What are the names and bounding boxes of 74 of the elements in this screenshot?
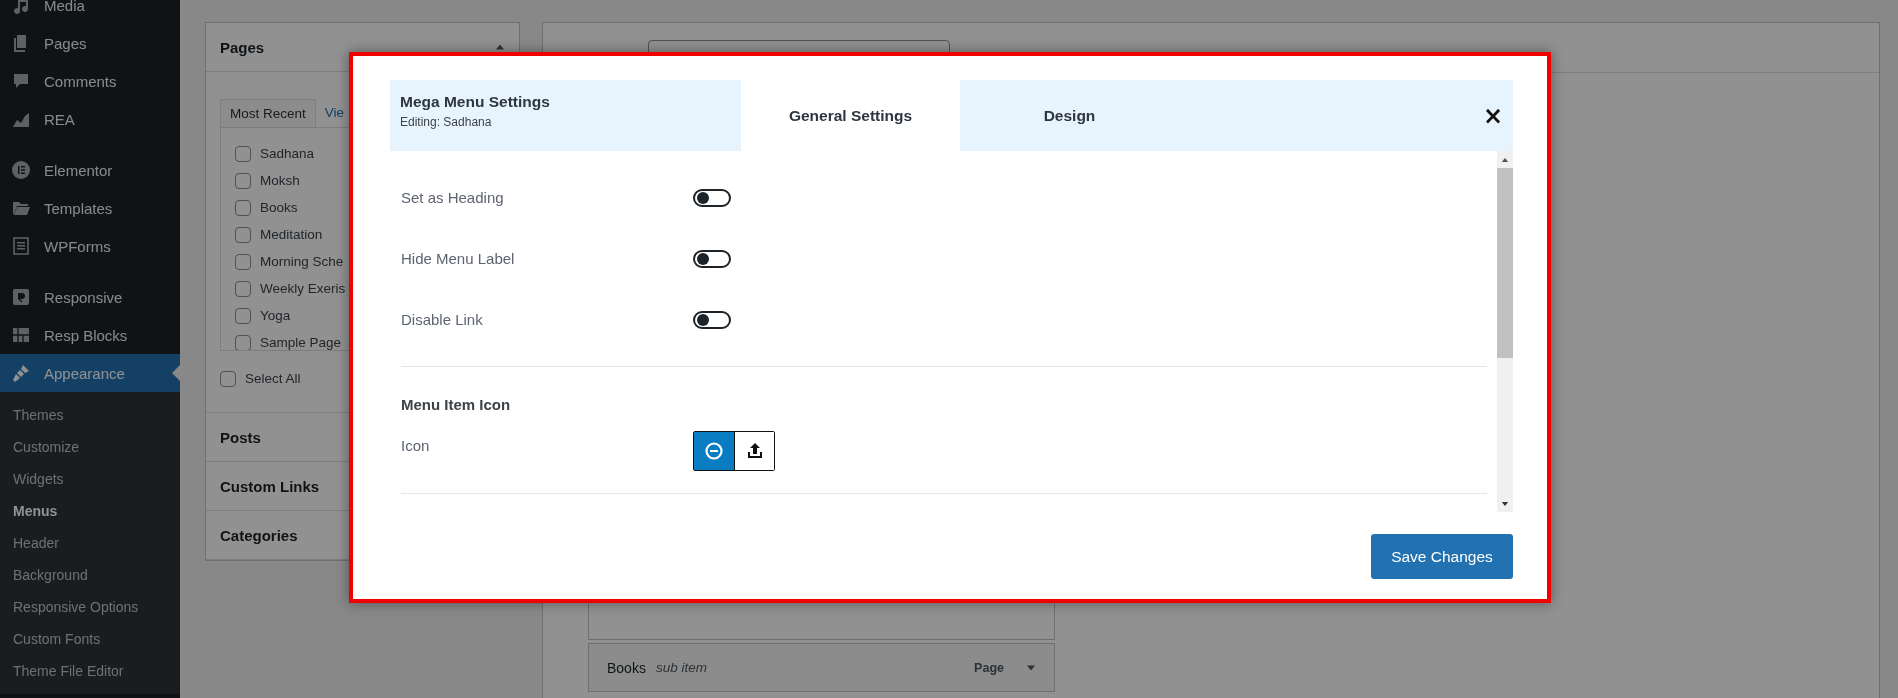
- speech-bubble-icon: [11, 71, 31, 91]
- submenu-item[interactable]: Header: [0, 527, 180, 559]
- checkbox[interactable]: [235, 199, 251, 216]
- modal-subtitle: Editing: Sadhana: [400, 115, 493, 129]
- close-button[interactable]: ×: [1482, 103, 1513, 128]
- grid-icon: [11, 325, 31, 345]
- sidebar-item[interactable]: Resp Blocks: [0, 316, 180, 354]
- modal-title: Mega Menu Settings: [400, 93, 551, 111]
- sidebar-item[interactable]: WPForms: [0, 227, 180, 265]
- checkbox[interactable]: [235, 334, 251, 350]
- sidebar-item[interactable]: Responsive: [0, 278, 180, 316]
- circle-icon: [11, 160, 31, 180]
- menu-item-type: Page: [974, 660, 1004, 675]
- checkbox[interactable]: [235, 253, 251, 270]
- scrollbar[interactable]: [1497, 151, 1513, 512]
- submenu-item[interactable]: Theme File Editor: [0, 655, 180, 687]
- down-arrow-icon: [1501, 500, 1509, 508]
- submenu-item[interactable]: Themes: [0, 399, 180, 431]
- checkbox-label: Weekly Exeris: [260, 281, 346, 296]
- checkbox-label: Sample Page: [260, 335, 342, 350]
- tab[interactable]: Vie: [315, 99, 354, 127]
- submenu-item[interactable]: Background: [0, 559, 180, 591]
- checkbox-label: Books: [260, 200, 298, 215]
- music-note-icon: [11, 0, 31, 15]
- section-title[interactable]: Posts: [220, 428, 261, 446]
- minus-circle-icon: [704, 441, 724, 461]
- section-title[interactable]: Custom Links: [220, 477, 320, 495]
- menu-item-title: Books: [607, 659, 646, 676]
- sidebar-item[interactable]: Elementor: [0, 151, 180, 189]
- checkbox[interactable]: [235, 145, 251, 162]
- toggle-switch[interactable]: [693, 188, 731, 207]
- sidebar-item[interactable]: Templates: [0, 189, 180, 227]
- submenu-item[interactable]: Customize: [0, 431, 180, 463]
- checkbox[interactable]: [235, 280, 251, 297]
- toggle-switch[interactable]: [693, 249, 731, 268]
- icon-option-button[interactable]: [734, 432, 774, 470]
- submenu-item[interactable]: Widgets: [0, 463, 180, 495]
- checkbox[interactable]: [235, 226, 251, 243]
- setting-label: Hide Menu Label: [401, 250, 516, 267]
- sidebar-item[interactable]: Media: [0, 0, 180, 24]
- checkbox[interactable]: [220, 370, 236, 387]
- sidebar-item[interactable]: Comments: [0, 62, 180, 100]
- checkbox-label: Yoga: [260, 308, 291, 323]
- checkbox[interactable]: [235, 307, 251, 324]
- sidebar-item[interactable]: Pages: [0, 24, 180, 62]
- submenu-item[interactable]: Responsive Options: [0, 591, 180, 623]
- checkbox-label: Moksh: [260, 173, 300, 188]
- submenu-item[interactable]: Custom Fonts: [0, 623, 180, 655]
- up-arrow-icon: [1501, 156, 1509, 164]
- checkbox-label: Sadhana: [260, 146, 315, 161]
- section-heading: Menu Item Icon: [401, 396, 512, 413]
- toggle-switch[interactable]: [693, 310, 731, 329]
- pointer-icon: [172, 365, 180, 381]
- setting-label: Set as Heading: [401, 189, 505, 206]
- scrollbar-thumb[interactable]: [1497, 168, 1513, 358]
- setting-label: Disable Link: [401, 311, 484, 328]
- save-button[interactable]: Save Changes: [1371, 534, 1513, 579]
- checkbox-label: Morning Sche: [260, 254, 344, 269]
- checkbox[interactable]: [235, 172, 251, 189]
- setting-label: Icon: [401, 436, 431, 454]
- checkbox-label: Meditation: [260, 227, 323, 242]
- sidebar-item[interactable]: REA: [0, 100, 180, 138]
- submenu-item[interactable]: Menus: [0, 495, 180, 527]
- section-title[interactable]: Pages: [220, 38, 265, 56]
- menu-item-bar[interactable]: Books sub item Page: [588, 643, 1055, 692]
- section-title[interactable]: Categories: [220, 526, 298, 544]
- tab[interactable]: Most Recent: [220, 99, 316, 127]
- form-icon: [11, 236, 31, 256]
- checkbox-label: Select All: [245, 371, 301, 386]
- brush-icon: [11, 363, 31, 383]
- tab[interactable]: Design: [960, 80, 1179, 151]
- sidebar-item[interactable]: Appearance: [0, 354, 180, 392]
- menu-item-subtitle: sub item: [655, 660, 707, 675]
- square-icon: [11, 287, 31, 307]
